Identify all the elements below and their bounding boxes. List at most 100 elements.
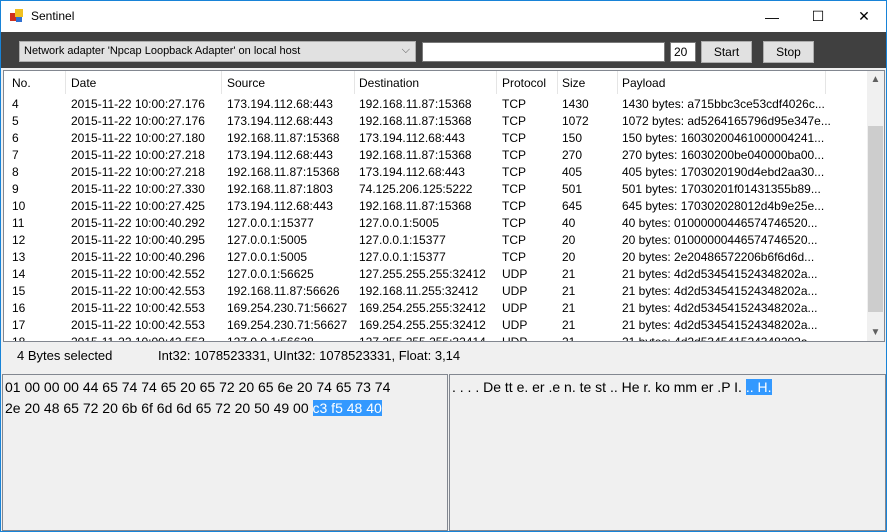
cell-source: 127.0.0.1:56628 xyxy=(227,335,314,342)
vertical-scrollbar[interactable]: ▲ ▼ xyxy=(867,71,884,341)
cell-no: 6 xyxy=(12,131,19,145)
hex-line: 01 00 00 00 44 65 74 74 65 20 65 72 20 6… xyxy=(5,379,391,395)
column-divider[interactable] xyxy=(617,71,618,94)
cell-protocol: UDP xyxy=(502,284,528,298)
value-status: Int32: 1078523331, UInt32: 1078523331, F… xyxy=(158,348,461,363)
column-divider[interactable] xyxy=(354,71,355,94)
column-header-size[interactable]: Size xyxy=(562,76,585,90)
scrollbar-thumb[interactable] xyxy=(868,126,883,312)
column-header-no[interactable]: No. xyxy=(12,76,31,90)
table-row[interactable]: 16 2015-11-22 10:00:42.553 169.254.230.71:… xyxy=(4,299,868,316)
cell-protocol: TCP xyxy=(502,199,526,213)
table-row[interactable]: 6 2015-11-22 10:00:27.180 192.168.11.87:15… xyxy=(4,129,868,146)
cell-protocol: TCP xyxy=(502,131,526,145)
table-row[interactable]: 11 2015-11-22 10:00:40.292 127.0.0.1:15377… xyxy=(4,214,868,231)
minimize-button[interactable]: — xyxy=(749,1,795,32)
cell-source: 173.194.112.68:443 xyxy=(227,199,333,213)
cell-no: 14 xyxy=(12,267,26,281)
stop-button[interactable]: Stop xyxy=(763,41,814,63)
column-header-date[interactable]: Date xyxy=(71,76,96,90)
cell-size: 1430 xyxy=(562,97,589,111)
list-header: No. Date Source Destination Protocol Size Payl… xyxy=(4,71,868,94)
cell-date: 2015-11-22 10:00:40.296 xyxy=(71,250,205,264)
cell-protocol: TCP xyxy=(502,148,526,162)
cell-destination: 192.168.11.255:32412 xyxy=(359,284,479,298)
cell-destination: 127.255.255.255:32414 xyxy=(359,335,486,342)
column-header-destination[interactable]: Destination xyxy=(359,76,419,90)
table-row[interactable]: 7 2015-11-22 10:00:27.218 173.194.112.68:4… xyxy=(4,146,868,163)
cell-protocol: UDP xyxy=(502,335,528,342)
column-divider[interactable] xyxy=(65,71,66,94)
column-header-source[interactable]: Source xyxy=(227,76,265,90)
table-row[interactable]: 13 2015-11-22 10:00:40.296 127.0.0.1:5005 1… xyxy=(4,248,868,265)
cell-size: 20 xyxy=(562,250,576,264)
cell-date: 2015-11-22 10:00:42.552 xyxy=(71,267,205,281)
cell-payload: 270 bytes: 16030200be040000ba00... xyxy=(622,148,825,162)
count-input[interactable]: 20 xyxy=(670,42,696,62)
cell-no: 16 xyxy=(12,301,26,315)
adapter-select-value: Network adapter 'Npcap Loopback Adapter'… xyxy=(24,45,301,57)
cell-size: 20 xyxy=(562,233,576,247)
cell-payload: 1072 bytes: ad5264165796d95e347e... xyxy=(622,114,831,128)
cell-no: 15 xyxy=(12,284,26,298)
cell-size: 270 xyxy=(562,148,583,162)
table-row[interactable]: 9 2015-11-22 10:00:27.330 192.168.11.87:18… xyxy=(4,180,868,197)
cell-date: 2015-11-22 10:00:27.180 xyxy=(71,131,205,145)
column-divider[interactable] xyxy=(825,71,826,94)
close-button[interactable]: ✕ xyxy=(841,1,887,32)
column-divider[interactable] xyxy=(221,71,222,94)
column-header-protocol[interactable]: Protocol xyxy=(502,76,546,90)
cell-no: 17 xyxy=(12,318,26,332)
cell-protocol: TCP xyxy=(502,97,526,111)
table-row[interactable]: 5 2015-11-22 10:00:27.176 173.194.112.68:4… xyxy=(4,112,868,129)
cell-source: 173.194.112.68:443 xyxy=(227,148,333,162)
column-divider[interactable] xyxy=(496,71,497,94)
cell-no: 11 xyxy=(12,216,25,230)
cell-date: 2015-11-22 10:00:42.553 xyxy=(71,301,205,315)
cell-payload: 40 bytes: 01000000446574746520... xyxy=(622,216,818,230)
scroll-down-icon[interactable]: ▼ xyxy=(867,327,884,338)
window-title: Sentinel xyxy=(31,9,75,23)
maximize-button[interactable]: ☐ xyxy=(795,1,841,32)
chevron-down-icon: ⌵ xyxy=(401,44,410,56)
start-button[interactable]: Start xyxy=(701,41,752,63)
cell-payload: 20 bytes: 2e20486572206b6f6d6d... xyxy=(622,250,815,264)
cell-size: 40 xyxy=(562,216,576,230)
cell-source: 173.194.112.68:443 xyxy=(227,114,333,128)
column-header-payload[interactable]: Payload xyxy=(622,76,665,90)
table-row[interactable]: 15 2015-11-22 10:00:42.553 192.168.11.87:5… xyxy=(4,282,868,299)
scroll-up-icon[interactable]: ▲ xyxy=(867,74,884,85)
cell-destination: 127.0.0.1:15377 xyxy=(359,250,446,264)
cell-payload: 21 bytes: 4d2d534541524348202a... xyxy=(622,284,818,298)
cell-date: 2015-11-22 10:00:27.176 xyxy=(71,114,205,128)
table-row[interactable]: 4 2015-11-22 10:00:27.176 173.194.112.68:4… xyxy=(4,95,868,112)
cell-payload: 21 bytes: 4d2d534541524348202a... xyxy=(622,318,818,332)
table-row[interactable]: 14 2015-11-22 10:00:42.552 127.0.0.1:56625… xyxy=(4,265,868,282)
adapter-select[interactable]: Network adapter 'Npcap Loopback Adapter'… xyxy=(19,41,416,62)
cell-payload: 501 bytes: 17030201f01431355b89... xyxy=(622,182,821,196)
column-divider[interactable] xyxy=(557,71,558,94)
cell-destination: 74.125.206.125:5222 xyxy=(359,182,473,196)
cell-protocol: TCP xyxy=(502,233,526,247)
ascii-view[interactable]: . . . . De tt e. er .e n. te st .. He r.… xyxy=(449,374,886,531)
table-row[interactable]: 8 2015-11-22 10:00:27.218 192.168.11.87:15… xyxy=(4,163,868,180)
cell-size: 21 xyxy=(562,284,576,298)
cell-no: 7 xyxy=(12,148,19,162)
cell-source: 127.0.0.1:5005 xyxy=(227,250,308,264)
hex-view[interactable]: 01 00 00 00 44 65 74 74 65 20 65 72 20 6… xyxy=(2,374,448,531)
cell-destination: 192.168.11.87:15368 xyxy=(359,97,472,111)
cell-size: 645 xyxy=(562,199,583,213)
cell-size: 21 xyxy=(562,301,576,315)
table-row[interactable]: 18 2015-11-22 10:00:42.553 127.0.0.1:56628… xyxy=(4,333,868,342)
cell-no: 18 xyxy=(12,335,26,342)
filter-input[interactable] xyxy=(422,42,665,62)
table-row[interactable]: 12 2015-11-22 10:00:40.295 127.0.0.1:5005 1… xyxy=(4,231,868,248)
table-row[interactable]: 10 2015-11-22 10:00:27.425 173.194.112.68:… xyxy=(4,197,868,214)
cell-protocol: TCP xyxy=(502,216,526,230)
cell-source: 127.0.0.1:5005 xyxy=(227,233,308,247)
cell-date: 2015-11-22 10:00:27.176 xyxy=(71,97,205,111)
cell-no: 12 xyxy=(12,233,26,247)
cell-destination: 127.0.0.1:5005 xyxy=(359,216,440,230)
table-row[interactable]: 17 2015-11-22 10:00:42.553 169.254.230.71:… xyxy=(4,316,868,333)
packet-list[interactable]: No. Date Source Destination Protocol Size Payl… xyxy=(3,70,885,342)
